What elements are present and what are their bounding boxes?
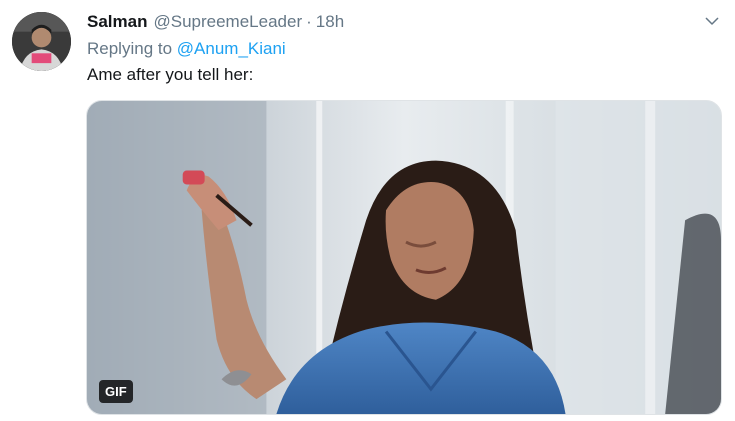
mention-link[interactable]: @Anum_Kiani: [177, 39, 286, 58]
separator-dot: ·: [306, 12, 312, 31]
tweet-header: Salman @SupreemeLeader · 18h: [87, 11, 695, 33]
gif-frame: [87, 101, 721, 414]
replying-to: Replying to @Anum_Kiani: [87, 38, 286, 60]
tweet[interactable]: Salman @SupreemeLeader · 18h Replying to…: [0, 0, 735, 421]
timestamp[interactable]: 18h: [316, 11, 344, 33]
chevron-down-icon[interactable]: [703, 12, 721, 30]
avatar-image: [12, 12, 71, 71]
gif-media[interactable]: GIF: [86, 100, 722, 415]
user-handle[interactable]: @SupreemeLeader: [153, 11, 302, 33]
gif-badge: GIF: [99, 380, 133, 403]
tweet-text: Ame after you tell her:: [87, 65, 254, 84]
replying-prefix: Replying to: [87, 39, 177, 58]
avatar[interactable]: [12, 12, 71, 71]
display-name[interactable]: Salman: [87, 11, 147, 33]
